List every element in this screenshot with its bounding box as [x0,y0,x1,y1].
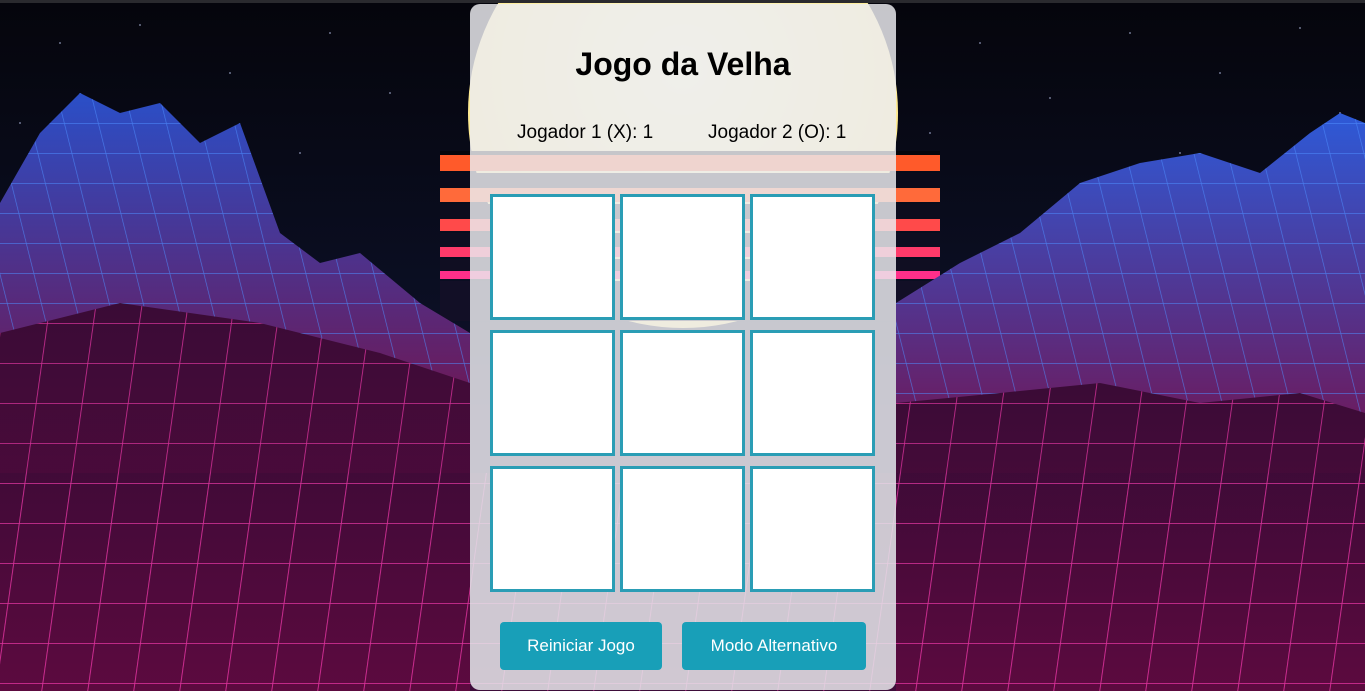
board-cell-5[interactable] [620,330,745,456]
board-cell-7[interactable] [490,466,615,592]
page-title: Jogo da Velha [575,46,791,82]
board-cell-6[interactable] [750,330,875,456]
restart-button[interactable]: Reiniciar Jogo [500,622,662,670]
player2-score: Jogador 2 (O): 1 [708,122,847,143]
board-cell-2[interactable] [620,194,745,320]
board-cell-8[interactable] [620,466,745,592]
game-panel: Jogo da Velha Jogador 1 (X): 1 Jogador 2… [470,4,896,690]
player1-score: Jogador 1 (X): 1 [517,122,654,143]
alternate-mode-button[interactable]: Modo Alternativo [682,622,866,670]
board-cell-9[interactable] [750,466,875,592]
board-cell-3[interactable] [750,194,875,320]
game-board [490,194,878,594]
board-cell-4[interactable] [490,330,615,456]
board-cell-1[interactable] [490,194,615,320]
